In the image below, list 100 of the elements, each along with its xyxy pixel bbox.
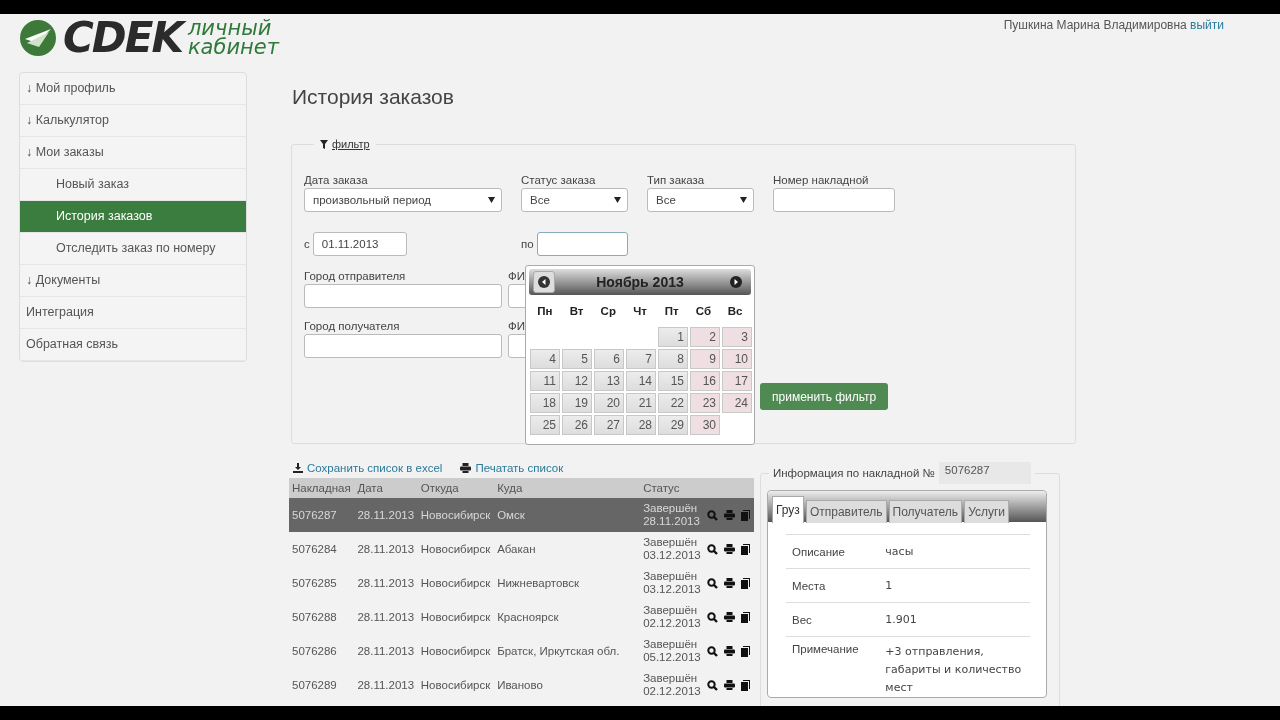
detail-label: Вес: [786, 602, 880, 637]
copy-icon[interactable]: [741, 645, 751, 657]
detail-label: Места: [786, 568, 880, 603]
calendar-day[interactable]: 29: [658, 415, 688, 435]
calendar-day[interactable]: 10: [722, 349, 752, 369]
table-cell: Абакан: [494, 532, 641, 566]
calendar-day[interactable]: 21: [626, 393, 656, 413]
field-label: ФИ: [508, 269, 525, 284]
table-cell-text: 28.11.2013: [356, 576, 416, 591]
panel-legend: Информация по накладной №: [773, 467, 935, 479]
calendar-day[interactable]: 12: [562, 371, 592, 391]
calendar-day[interactable]: 6: [594, 349, 624, 369]
input-field[interactable]: [304, 284, 502, 308]
print-list-link[interactable]: Печатать список: [460, 462, 564, 474]
calendar-day[interactable]: 24: [722, 393, 752, 413]
sidebar-subitem[interactable]: История заказов: [20, 201, 246, 233]
calendar-day[interactable]: 30: [690, 415, 720, 435]
sidebar-item[interactable]: ↓ Калькулятор: [20, 105, 246, 137]
waybill-field: 5076287: [938, 463, 1031, 484]
field-label: Город отправителя: [304, 269, 406, 284]
logo-caption: кабинет: [187, 38, 279, 57]
calendar-day[interactable]: 8: [658, 349, 688, 369]
filter-icon[interactable]: [320, 139, 328, 149]
printer-icon[interactable]: [724, 578, 736, 588]
date-field[interactable]: [536, 232, 628, 256]
logo-caption: личный: [187, 19, 272, 38]
sidebar-item[interactable]: Обратная связь: [20, 329, 246, 361]
calendar-day[interactable]: 1: [658, 327, 688, 347]
table-cell: 28.11.2013: [354, 498, 418, 532]
calendar-day[interactable]: 2: [690, 327, 720, 347]
input-field[interactable]: [773, 188, 895, 212]
detail-label: Примечание: [786, 636, 880, 697]
calendar-day[interactable]: 19: [562, 393, 592, 413]
calendar-day[interactable]: 27: [594, 415, 624, 435]
table-cell: Завершён 28.11.2013: [640, 498, 705, 532]
calendar-day[interactable]: 4: [530, 349, 560, 369]
save-excel-link[interactable]: Сохранить список в excel: [293, 462, 443, 474]
search-icon[interactable]: [707, 611, 719, 623]
table-cell: Омск: [494, 498, 641, 532]
search-icon[interactable]: [707, 577, 719, 589]
copy-icon[interactable]: [741, 543, 751, 555]
tab[interactable]: Услуги: [964, 500, 1010, 523]
calendar-day[interactable]: 22: [658, 393, 688, 413]
calendar-day[interactable]: 15: [658, 371, 688, 391]
calendar-day[interactable]: 26: [562, 415, 592, 435]
next-icon: [730, 276, 742, 288]
calendar-day[interactable]: 3: [722, 327, 752, 347]
sidebar-item[interactable]: Интеграция: [20, 297, 246, 329]
calendar-day[interactable]: 13: [594, 371, 624, 391]
calendar-day[interactable]: 9: [690, 349, 720, 369]
select-field[interactable]: произвольный период: [304, 188, 502, 212]
calendar-day[interactable]: 7: [626, 349, 656, 369]
calendar-day[interactable]: 28: [626, 415, 656, 435]
tab[interactable]: Груз: [772, 496, 804, 523]
printer-icon[interactable]: [724, 680, 736, 690]
date-field[interactable]: 01.11.2013: [312, 232, 407, 256]
calendar-day[interactable]: 14: [626, 371, 656, 391]
search-icon[interactable]: [707, 645, 719, 657]
calendar-day[interactable]: 17: [722, 371, 752, 391]
tab[interactable]: Отправитель: [805, 500, 887, 523]
select-field[interactable]: Все: [647, 188, 754, 212]
field-label: Город получателя: [304, 319, 400, 334]
logout-link[interactable]: выйти: [1190, 18, 1224, 32]
calendar-day[interactable]: 23: [690, 393, 720, 413]
sidebar-item[interactable]: ↓ Мой профиль: [20, 73, 246, 105]
calendar-day[interactable]: 5: [562, 349, 592, 369]
caret-icon: [488, 197, 495, 203]
printer-icon[interactable]: [724, 612, 736, 622]
input-field[interactable]: [304, 334, 502, 358]
search-icon[interactable]: [707, 679, 719, 691]
sidebar-item[interactable]: ↓ Мои заказы: [20, 137, 246, 169]
table-cell: 5076284: [289, 532, 355, 566]
printer-icon[interactable]: [724, 646, 736, 656]
search-icon[interactable]: [707, 543, 719, 555]
weekday-label: Пн: [536, 305, 554, 317]
calendar-day[interactable]: 25: [530, 415, 560, 435]
copy-icon[interactable]: [741, 611, 751, 623]
table-cell-text: Новосибирск: [419, 576, 492, 591]
calendar-day[interactable]: 16: [690, 371, 720, 391]
table-cell: 28.11.2013: [354, 532, 418, 566]
tab[interactable]: Получатель: [888, 500, 963, 523]
table-cell-text: 5076288: [291, 610, 338, 625]
prev-icon: [538, 276, 550, 288]
calendar-day[interactable]: 18: [530, 393, 560, 413]
field-label: ФИ: [508, 319, 525, 334]
column-header: Статус: [640, 478, 754, 498]
field-label: с: [304, 237, 310, 252]
calendar-day[interactable]: 20: [594, 393, 624, 413]
calendar-day[interactable]: 11: [530, 371, 560, 391]
sidebar-subitem[interactable]: Отследить заказ по номеру: [20, 233, 246, 265]
sidebar-item[interactable]: ↓ Документы: [20, 265, 246, 297]
printer-icon[interactable]: [724, 544, 736, 554]
copy-icon[interactable]: [741, 577, 751, 589]
field-label: по: [521, 237, 534, 252]
prev-month-button[interactable]: [533, 271, 555, 293]
weekday-label: Пт: [663, 305, 680, 317]
apply-filter-button[interactable]: применить фильтр: [760, 383, 889, 410]
filter-link[interactable]: фильтр: [332, 138, 370, 150]
select-field[interactable]: Все: [521, 188, 628, 212]
copy-icon[interactable]: [741, 679, 751, 691]
